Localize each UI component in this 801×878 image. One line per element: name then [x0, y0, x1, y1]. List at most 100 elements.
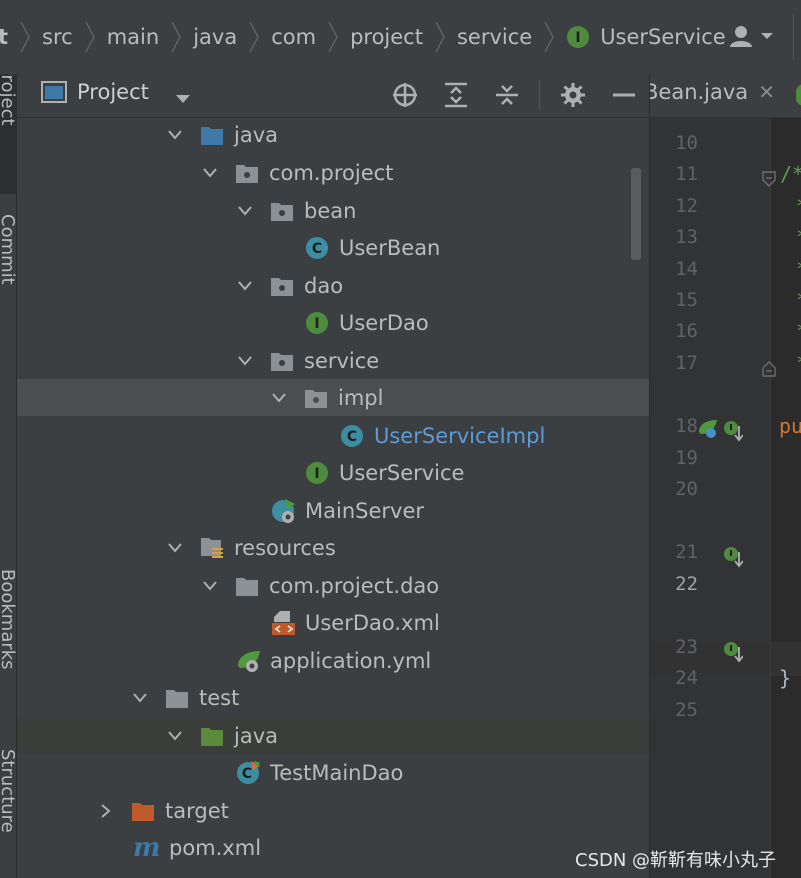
- code-comment-line[interactable]: *: [796, 319, 801, 343]
- editor-tab-label: Bean.java: [650, 80, 749, 104]
- chevron-down-icon[interactable]: [201, 164, 219, 182]
- implements-method-icon[interactable]: [723, 641, 744, 668]
- code-comment-line[interactable]: *: [796, 194, 801, 218]
- tool-tab-structure[interactable]: Structure: [0, 749, 18, 878]
- tool-tab-label: Bookmarks: [0, 569, 18, 670]
- tree-node-com-project-dao[interactable]: com.project.dao: [17, 567, 649, 604]
- breadcrumb-item-java[interactable]: java: [193, 25, 237, 49]
- tree-node-service[interactable]: service: [17, 342, 649, 379]
- tool-tab-bookmarks[interactable]: Bookmarks: [0, 569, 18, 699]
- gutter-divider: [770, 117, 771, 878]
- class-icon: C: [340, 424, 364, 448]
- project-window-icon: [41, 80, 67, 104]
- tree-node-userdao-xml[interactable]: UserDao.xml: [17, 604, 649, 641]
- tree-node-dao[interactable]: dao: [17, 267, 649, 304]
- locate-icon[interactable]: [388, 78, 422, 112]
- chevron-right-icon: [542, 18, 556, 56]
- tree-node-application-yml[interactable]: application.yml: [17, 642, 649, 679]
- tree-node-testmaindao[interactable]: C TestMainDao: [17, 754, 649, 791]
- tree-node-userservice[interactable]: I UserService: [17, 454, 649, 491]
- tree-node-java[interactable]: java: [17, 117, 649, 153]
- breadcrumb-item-com[interactable]: com: [271, 25, 316, 49]
- chevron-down-icon[interactable]: [201, 577, 219, 595]
- editor-tab[interactable]: Bean.java ✕: [650, 80, 775, 104]
- user-icon: [730, 24, 756, 48]
- svg-text:m: m: [133, 836, 161, 860]
- project-view-selector[interactable]: Project: [41, 80, 149, 104]
- fold-icon[interactable]: [762, 168, 776, 192]
- interface-icon[interactable]: [796, 84, 801, 106]
- tree-node-label: bean: [304, 198, 357, 223]
- fold-icon[interactable]: [762, 358, 776, 382]
- chevron-down-icon[interactable]: [236, 277, 254, 295]
- chevron-down-icon[interactable]: [270, 389, 288, 407]
- breadcrumb-item-root[interactable]: t: [0, 25, 8, 49]
- line-number: 20: [675, 478, 698, 500]
- gear-icon[interactable]: [556, 78, 590, 112]
- tree-node-label: UserBean: [339, 235, 441, 260]
- line-number: 11: [675, 163, 698, 185]
- code-comment-line[interactable]: *: [796, 225, 801, 249]
- tree-node-mainserver[interactable]: MainServer: [17, 492, 649, 529]
- expand-all-icon[interactable]: [439, 78, 473, 112]
- package-icon: [270, 199, 294, 223]
- chevron-down-icon[interactable]: [166, 727, 184, 745]
- minimize-icon[interactable]: [607, 78, 641, 112]
- tool-tab-project[interactable]: Project: [0, 74, 18, 194]
- tree-node-pom-xml[interactable]: m pom.xml: [17, 829, 649, 866]
- user-account-button[interactable]: [730, 24, 774, 48]
- line-number: 19: [675, 447, 698, 469]
- tree-node-impl[interactable]: impl: [17, 379, 649, 416]
- tree-node-bean[interactable]: bean: [17, 192, 649, 229]
- line-number-current: 22: [675, 573, 698, 595]
- code-closing-brace[interactable]: }: [779, 666, 791, 690]
- tree-scrollbar[interactable]: [631, 168, 641, 260]
- svg-text:I: I: [314, 316, 319, 332]
- panel-title: Project: [77, 80, 149, 104]
- tree-node-userserviceimpl[interactable]: C UserServiceImpl: [17, 417, 649, 454]
- chevron-down-icon[interactable]: [236, 352, 254, 370]
- breadcrumb-item-src[interactable]: src: [42, 25, 73, 49]
- chevron-down-icon[interactable]: [166, 126, 184, 144]
- implements-method-icon[interactable]: [723, 546, 744, 573]
- code-comment-line[interactable]: *: [796, 288, 801, 312]
- chevron-down-icon[interactable]: [131, 689, 149, 707]
- tree-node-test-java[interactable]: java: [17, 717, 649, 754]
- code-keyword-public[interactable]: pu: [779, 414, 801, 438]
- close-icon[interactable]: ✕: [758, 80, 775, 104]
- chevron-down-icon[interactable]: [175, 86, 191, 110]
- breadcrumb-item-project[interactable]: project: [350, 25, 423, 49]
- chevron-right-icon[interactable]: [97, 802, 115, 820]
- spring-bean-gutter-icon[interactable]: [697, 418, 719, 445]
- folder-icon: [165, 686, 189, 710]
- tree-node-label: pom.xml: [169, 835, 262, 860]
- spring-boot-class-icon: [271, 498, 295, 523]
- interface-icon: I: [305, 461, 329, 485]
- chevron-down-icon[interactable]: [166, 539, 184, 557]
- breadcrumb-item-main[interactable]: main: [107, 25, 159, 49]
- collapse-all-icon[interactable]: [490, 78, 524, 112]
- tree-node-com-project[interactable]: com.project: [17, 154, 649, 191]
- svg-text:C: C: [242, 766, 252, 782]
- implements-method-icon[interactable]: [723, 420, 744, 447]
- breadcrumb-item-service[interactable]: service: [457, 25, 532, 49]
- line-number: 15: [675, 289, 698, 311]
- breadcrumb-item-userservice[interactable]: I UserService: [566, 25, 726, 49]
- resources-folder-icon: [200, 536, 224, 560]
- tree-node-userdao[interactable]: I UserDao: [17, 304, 649, 341]
- package-icon: [270, 274, 294, 298]
- tree-node-label: resources: [234, 535, 336, 560]
- tree-node-label: java: [234, 123, 278, 147]
- tree-node-test[interactable]: test: [17, 679, 649, 716]
- interface-icon: I: [566, 25, 590, 49]
- tree-node-userbean[interactable]: C UserBean: [17, 229, 649, 266]
- tree-node-target[interactable]: target: [17, 792, 649, 829]
- tool-tab-commit[interactable]: Commit: [0, 214, 18, 314]
- tree-node-resources[interactable]: resources: [17, 529, 649, 566]
- code-comment-line[interactable]: *: [796, 351, 801, 375]
- chevron-down-icon: [760, 31, 774, 41]
- code-comment-line[interactable]: *: [796, 257, 801, 281]
- code-comment-start[interactable]: /*: [780, 162, 801, 186]
- chevron-down-icon[interactable]: [236, 202, 254, 220]
- tree-node-label: dao: [304, 273, 344, 298]
